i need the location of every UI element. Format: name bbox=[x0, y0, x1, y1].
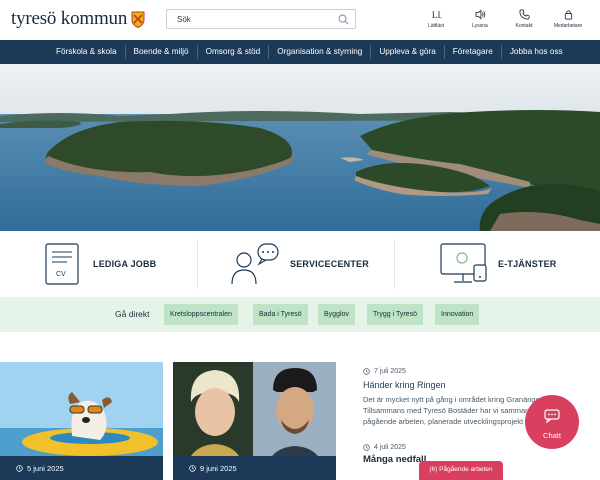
cv-icon-text: CV bbox=[56, 271, 66, 278]
crest-icon bbox=[131, 11, 145, 28]
main-nav: Förskola & skola Boende & miljö Omsorg &… bbox=[0, 40, 600, 64]
service-center-label: SERVICECENTER bbox=[290, 259, 369, 269]
nav-item-care[interactable]: Omsorg & stöd bbox=[198, 45, 270, 59]
archipelago-photo bbox=[0, 64, 600, 231]
clock-icon bbox=[189, 465, 196, 472]
news-date-text: 4 juli 2025 bbox=[374, 444, 406, 451]
chip-kretsloppscentralen[interactable]: Kretsloppscentralen bbox=[164, 304, 238, 325]
ongoing-work-tab[interactable]: (6) Pågående arbeten bbox=[419, 461, 503, 480]
nav-item-organisation[interactable]: Organisation & styrning bbox=[269, 45, 372, 59]
direct-label: Gå direkt bbox=[115, 309, 150, 319]
clock-icon bbox=[363, 368, 370, 375]
chip-trygg[interactable]: Trygg i Tyresö bbox=[367, 304, 423, 325]
search-input[interactable] bbox=[177, 14, 327, 25]
quick-divider bbox=[197, 239, 198, 289]
contact-label: Kontakt bbox=[515, 23, 533, 29]
clock-icon bbox=[16, 465, 23, 472]
logo[interactable]: tyresö kommun bbox=[11, 8, 145, 30]
speaker-icon bbox=[475, 9, 485, 20]
nav-item-school[interactable]: Förskola & skola bbox=[48, 45, 126, 59]
phone-icon bbox=[519, 9, 529, 20]
listen-button[interactable]: Lyssna bbox=[462, 9, 498, 29]
news-title[interactable]: Händer kring Ringen bbox=[363, 380, 600, 390]
svg-text:LL: LL bbox=[431, 10, 441, 20]
quick-divider bbox=[394, 239, 395, 289]
contact-button[interactable]: Kontakt bbox=[506, 9, 542, 29]
chat-button[interactable]: Chatt bbox=[525, 395, 579, 449]
news-card[interactable]: 5 juni 2025 bbox=[0, 362, 163, 480]
listen-label: Lyssna bbox=[472, 23, 488, 29]
employee-label: Medarbetare bbox=[553, 23, 583, 29]
easy-read-label: Lättläst bbox=[427, 23, 445, 29]
service-center-link[interactable]: SERVICECENTER bbox=[230, 231, 369, 297]
news-date: 7 juli 2025 bbox=[363, 368, 600, 375]
card-footer: 9 juni 2025 bbox=[173, 456, 336, 480]
cv-document-icon: CV bbox=[45, 243, 79, 285]
clock-icon bbox=[363, 444, 370, 451]
nav-item-experience[interactable]: Uppleva & göra bbox=[371, 45, 445, 59]
service-person-icon bbox=[231, 243, 279, 285]
card-date-text: 5 juni 2025 bbox=[27, 464, 64, 473]
logo-text: tyresö kommun bbox=[11, 8, 128, 29]
eservices-link[interactable]: E-TJÄNSTER bbox=[440, 231, 557, 297]
direct-links-bar: Gå direkt Kretsloppscentralen Bada i Tyr… bbox=[0, 297, 600, 332]
jobs-link[interactable]: CV LEDIGA JOBB bbox=[45, 231, 156, 297]
card-date: 5 juni 2025 bbox=[16, 464, 64, 473]
chat-label: Chatt bbox=[543, 431, 561, 440]
card-footer: 5 juni 2025 bbox=[0, 456, 163, 480]
employee-button[interactable]: Medarbetare bbox=[550, 9, 586, 29]
quick-links: CV LEDIGA JOBB SERVICECENTER E-TJÄNSTER bbox=[0, 231, 600, 297]
monitor-icon bbox=[440, 243, 487, 283]
lock-icon bbox=[564, 10, 572, 20]
chat-bubble-icon bbox=[544, 409, 560, 423]
nav-item-business[interactable]: Företagare bbox=[445, 45, 502, 59]
easy-read-icon: LL bbox=[431, 10, 441, 20]
search-box bbox=[166, 9, 356, 29]
easy-read-button[interactable]: LL Lättläst bbox=[418, 9, 454, 29]
eservices-label: E-TJÄNSTER bbox=[498, 259, 557, 269]
nav-item-housing[interactable]: Boende & miljö bbox=[126, 45, 198, 59]
card-date: 9 juni 2025 bbox=[189, 464, 237, 473]
jobs-label: LEDIGA JOBB bbox=[93, 259, 157, 269]
chip-bada[interactable]: Bada i Tyresö bbox=[253, 304, 308, 325]
chip-bygglov[interactable]: Bygglov bbox=[318, 304, 355, 325]
hero-image bbox=[0, 64, 600, 231]
site-header: tyresö kommun LL Lättläst Lyssna Kontakt… bbox=[0, 0, 600, 40]
news-card[interactable]: 9 juni 2025 bbox=[173, 362, 336, 480]
chip-innovation[interactable]: Innovation bbox=[435, 304, 480, 325]
card-date-text: 9 juni 2025 bbox=[200, 464, 237, 473]
header-tools: LL Lättläst Lyssna Kontakt Medarbetare bbox=[418, 9, 586, 29]
search-icon[interactable] bbox=[338, 14, 349, 25]
news-date-text: 7 juli 2025 bbox=[374, 368, 406, 375]
nav-item-jobs[interactable]: Jobba hos oss bbox=[502, 45, 571, 59]
